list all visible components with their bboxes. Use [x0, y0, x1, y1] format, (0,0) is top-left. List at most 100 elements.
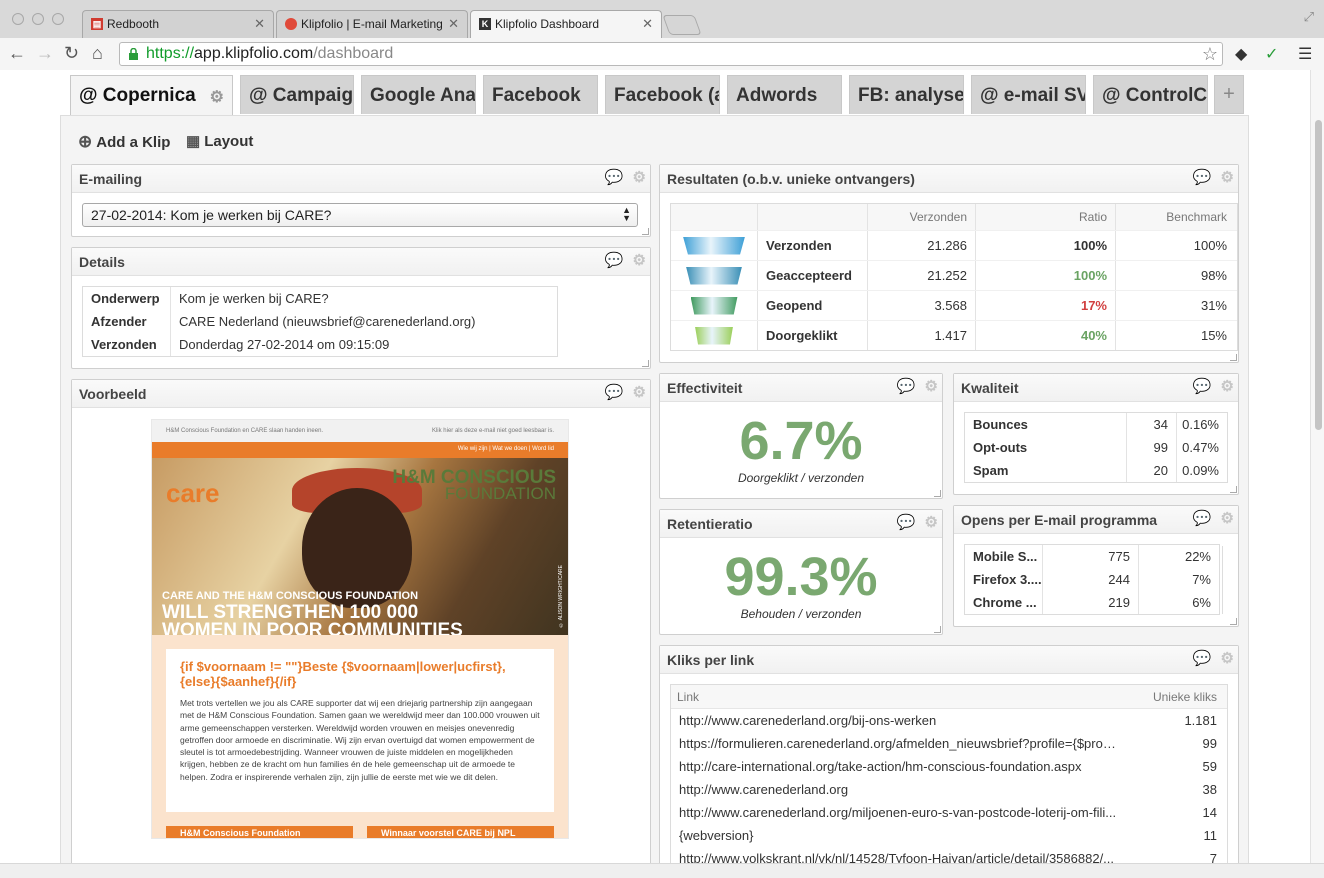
fullscreen-icon[interactable]: ⤢ [1304, 9, 1314, 25]
klip-header: Kwaliteit 💬 ⚙ [954, 374, 1238, 402]
comment-icon[interactable]: 💬 [897, 379, 916, 395]
view-online-link[interactable]: Klik hier als deze e-mail niet goed lees… [432, 428, 554, 442]
klip-title: Effectiviteit [667, 380, 743, 396]
tab-label: FB: analyse [858, 85, 964, 106]
bookmark-star-icon[interactable]: ☆ [1202, 44, 1218, 65]
result-ratio: 17% [976, 291, 1116, 320]
scrollbar-thumb[interactable] [1315, 120, 1322, 430]
close-tab-icon[interactable]: ✕ [254, 16, 265, 32]
klip-title: Kliks per link [667, 652, 755, 668]
table-row: Mobile S... 775 22% [965, 545, 1219, 568]
status-bar [0, 863, 1324, 878]
comment-icon[interactable]: 💬 [1193, 379, 1212, 395]
gear-icon[interactable]: ⚙ [633, 253, 646, 269]
gear-icon[interactable]: ⚙ [633, 385, 646, 401]
tab-facebook[interactable]: Facebook [483, 75, 598, 114]
row-count: 775 [1043, 545, 1139, 568]
email-cta-button[interactable]: H&M Conscious Foundation [166, 826, 353, 838]
page-scrollbar[interactable] [1310, 70, 1324, 863]
tab-google-analytics[interactable]: Google Analytics [361, 75, 476, 114]
tab-adwords[interactable]: Adwords [727, 75, 842, 114]
tab-label: Facebook (a [614, 85, 720, 106]
tab-fb-analyse[interactable]: FB: analyse [849, 75, 964, 114]
row-label: Firefox 3.... [965, 568, 1043, 591]
resize-handle[interactable] [1230, 486, 1237, 493]
browser-tab-klipfolio-email[interactable]: Klipfolio | E-mail Marketing ✕ [276, 10, 468, 38]
comment-icon[interactable]: 💬 [1193, 651, 1212, 667]
table-scrollbar[interactable] [1222, 546, 1230, 614]
table-row[interactable]: http://www.volkskrant.nl/vk/nl/14528/Tyf… [671, 847, 1227, 863]
klip-header: Retentieratio 💬 ⚙ [660, 510, 942, 538]
zoom-window-button[interactable] [52, 13, 64, 25]
comment-icon[interactable]: 💬 [605, 170, 624, 186]
detail-value: CARE Nederland (nieuwsbrief@carenederlan… [179, 314, 476, 329]
forward-icon[interactable]: → [36, 43, 54, 63]
tab-campaign[interactable]: @ Campaign [240, 75, 354, 114]
reload-icon[interactable]: ↻ [64, 43, 79, 63]
gear-icon[interactable]: ⚙ [925, 379, 938, 395]
klip-title: Retentieratio [667, 516, 753, 532]
minimize-window-button[interactable] [32, 13, 44, 25]
resize-handle[interactable] [1230, 618, 1237, 625]
menu-icon[interactable]: ☰ [1298, 44, 1312, 64]
gear-icon[interactable]: ⚙ [633, 170, 646, 186]
comment-icon[interactable]: 💬 [605, 253, 624, 269]
tab-label: Adwords [736, 85, 818, 106]
resize-handle[interactable] [642, 228, 649, 235]
kpi-caption: Doorgeklikt / verzonden [737, 471, 865, 485]
comment-icon[interactable]: 💬 [897, 515, 916, 531]
table-row: Onderwerp Kom je werken bij CARE? [83, 287, 557, 310]
extension-icon[interactable]: ◆ [1235, 44, 1247, 64]
gear-icon[interactable]: ⚙ [1221, 651, 1234, 667]
back-icon[interactable]: ← [8, 43, 26, 63]
table-row[interactable]: https://formulieren.carenederland.org/af… [671, 732, 1227, 755]
table-row[interactable]: {webversion} 11 [671, 824, 1227, 847]
gear-icon[interactable]: ⚙ [1221, 170, 1234, 186]
gear-icon[interactable]: ⚙ [1221, 511, 1234, 527]
comment-icon[interactable]: 💬 [1193, 511, 1212, 527]
layout-button[interactable]: ▦ Layout [186, 132, 253, 151]
tab-facebook-2[interactable]: Facebook (a [605, 75, 720, 114]
close-tab-icon[interactable]: ✕ [642, 16, 653, 32]
resize-handle[interactable] [934, 490, 941, 497]
result-label: Verzonden [758, 231, 868, 260]
add-klip-button[interactable]: ⊕ Add a Klip [78, 132, 170, 152]
kwaliteit-table: Bounces 34 0.16% Opt-outs 99 0.47% Spam 20 0.0… [964, 412, 1228, 483]
kpi-caption: Behouden / verzonden [740, 607, 862, 621]
gear-icon[interactable]: ⚙ [1221, 379, 1234, 395]
browser-tab-redbooth[interactable]: ▤ Redbooth ✕ [82, 10, 274, 38]
add-tab-button[interactable]: + [1214, 75, 1244, 114]
table-row[interactable]: http://care-international.org/take-actio… [671, 755, 1227, 778]
tab-copernica[interactable]: @ Copernica ⚙ [70, 75, 233, 115]
link-url: https://formulieren.carenederland.org/af… [679, 736, 1117, 751]
funnel-bar [683, 236, 745, 255]
resize-handle[interactable] [934, 626, 941, 633]
home-icon[interactable]: ⌂ [92, 43, 103, 63]
close-tab-icon[interactable]: ✕ [448, 16, 459, 32]
extension-status-icon[interactable]: ✓ [1265, 44, 1278, 64]
email-cta-button[interactable]: Winnaar voorstel CARE bij NPL [367, 826, 554, 838]
emailing-select[interactable]: 27-02-2014: Kom je werken bij CARE? ▲ ▼ [82, 203, 638, 227]
address-bar[interactable]: https://app.klipfolio.com/dashboard ☆ [119, 42, 1223, 66]
comment-icon[interactable]: 💬 [605, 385, 624, 401]
result-ratio: 100% [976, 261, 1116, 290]
emailing-selected-value: 27-02-2014: Kom je werken bij CARE? [91, 207, 332, 223]
table-row[interactable]: http://www.carenederland.org/bij-ons-wer… [671, 709, 1227, 732]
tab-email-sv[interactable]: @ e-mail SV [971, 75, 1086, 114]
dashboard-workspace: ⊕ Add a Klip ▦ Layout E-mailing 💬 ⚙ 27-02… [60, 115, 1249, 863]
email-preview[interactable]: H&M Conscious Foundation en CARE slaan h… [151, 419, 569, 839]
comment-icon[interactable]: 💬 [1193, 170, 1212, 186]
close-window-button[interactable] [12, 13, 24, 25]
table-row[interactable]: http://www.carenederland.org 38 [671, 778, 1227, 801]
table-row[interactable]: http://www.carenederland.org/miljoenen-e… [671, 801, 1227, 824]
gear-icon[interactable]: ⚙ [925, 515, 938, 531]
email-nav[interactable]: Wie wij zijn | Wat we doen | Word lid [152, 442, 568, 458]
new-tab-button[interactable] [662, 15, 702, 35]
gear-icon[interactable]: ⚙ [210, 87, 224, 107]
resize-handle[interactable] [642, 360, 649, 367]
resize-handle[interactable] [1230, 354, 1237, 361]
photo-credit: © ALISON WRIGHT/CARE [558, 564, 564, 627]
browser-tab-klipfolio-dashboard[interactable]: K Klipfolio Dashboard ✕ [470, 10, 662, 39]
browser-toolbar: ← → ↻ ⌂ https://app.klipfolio.com/dashbo… [0, 38, 1324, 70]
tab-controlc[interactable]: @ ControlC [1093, 75, 1208, 114]
